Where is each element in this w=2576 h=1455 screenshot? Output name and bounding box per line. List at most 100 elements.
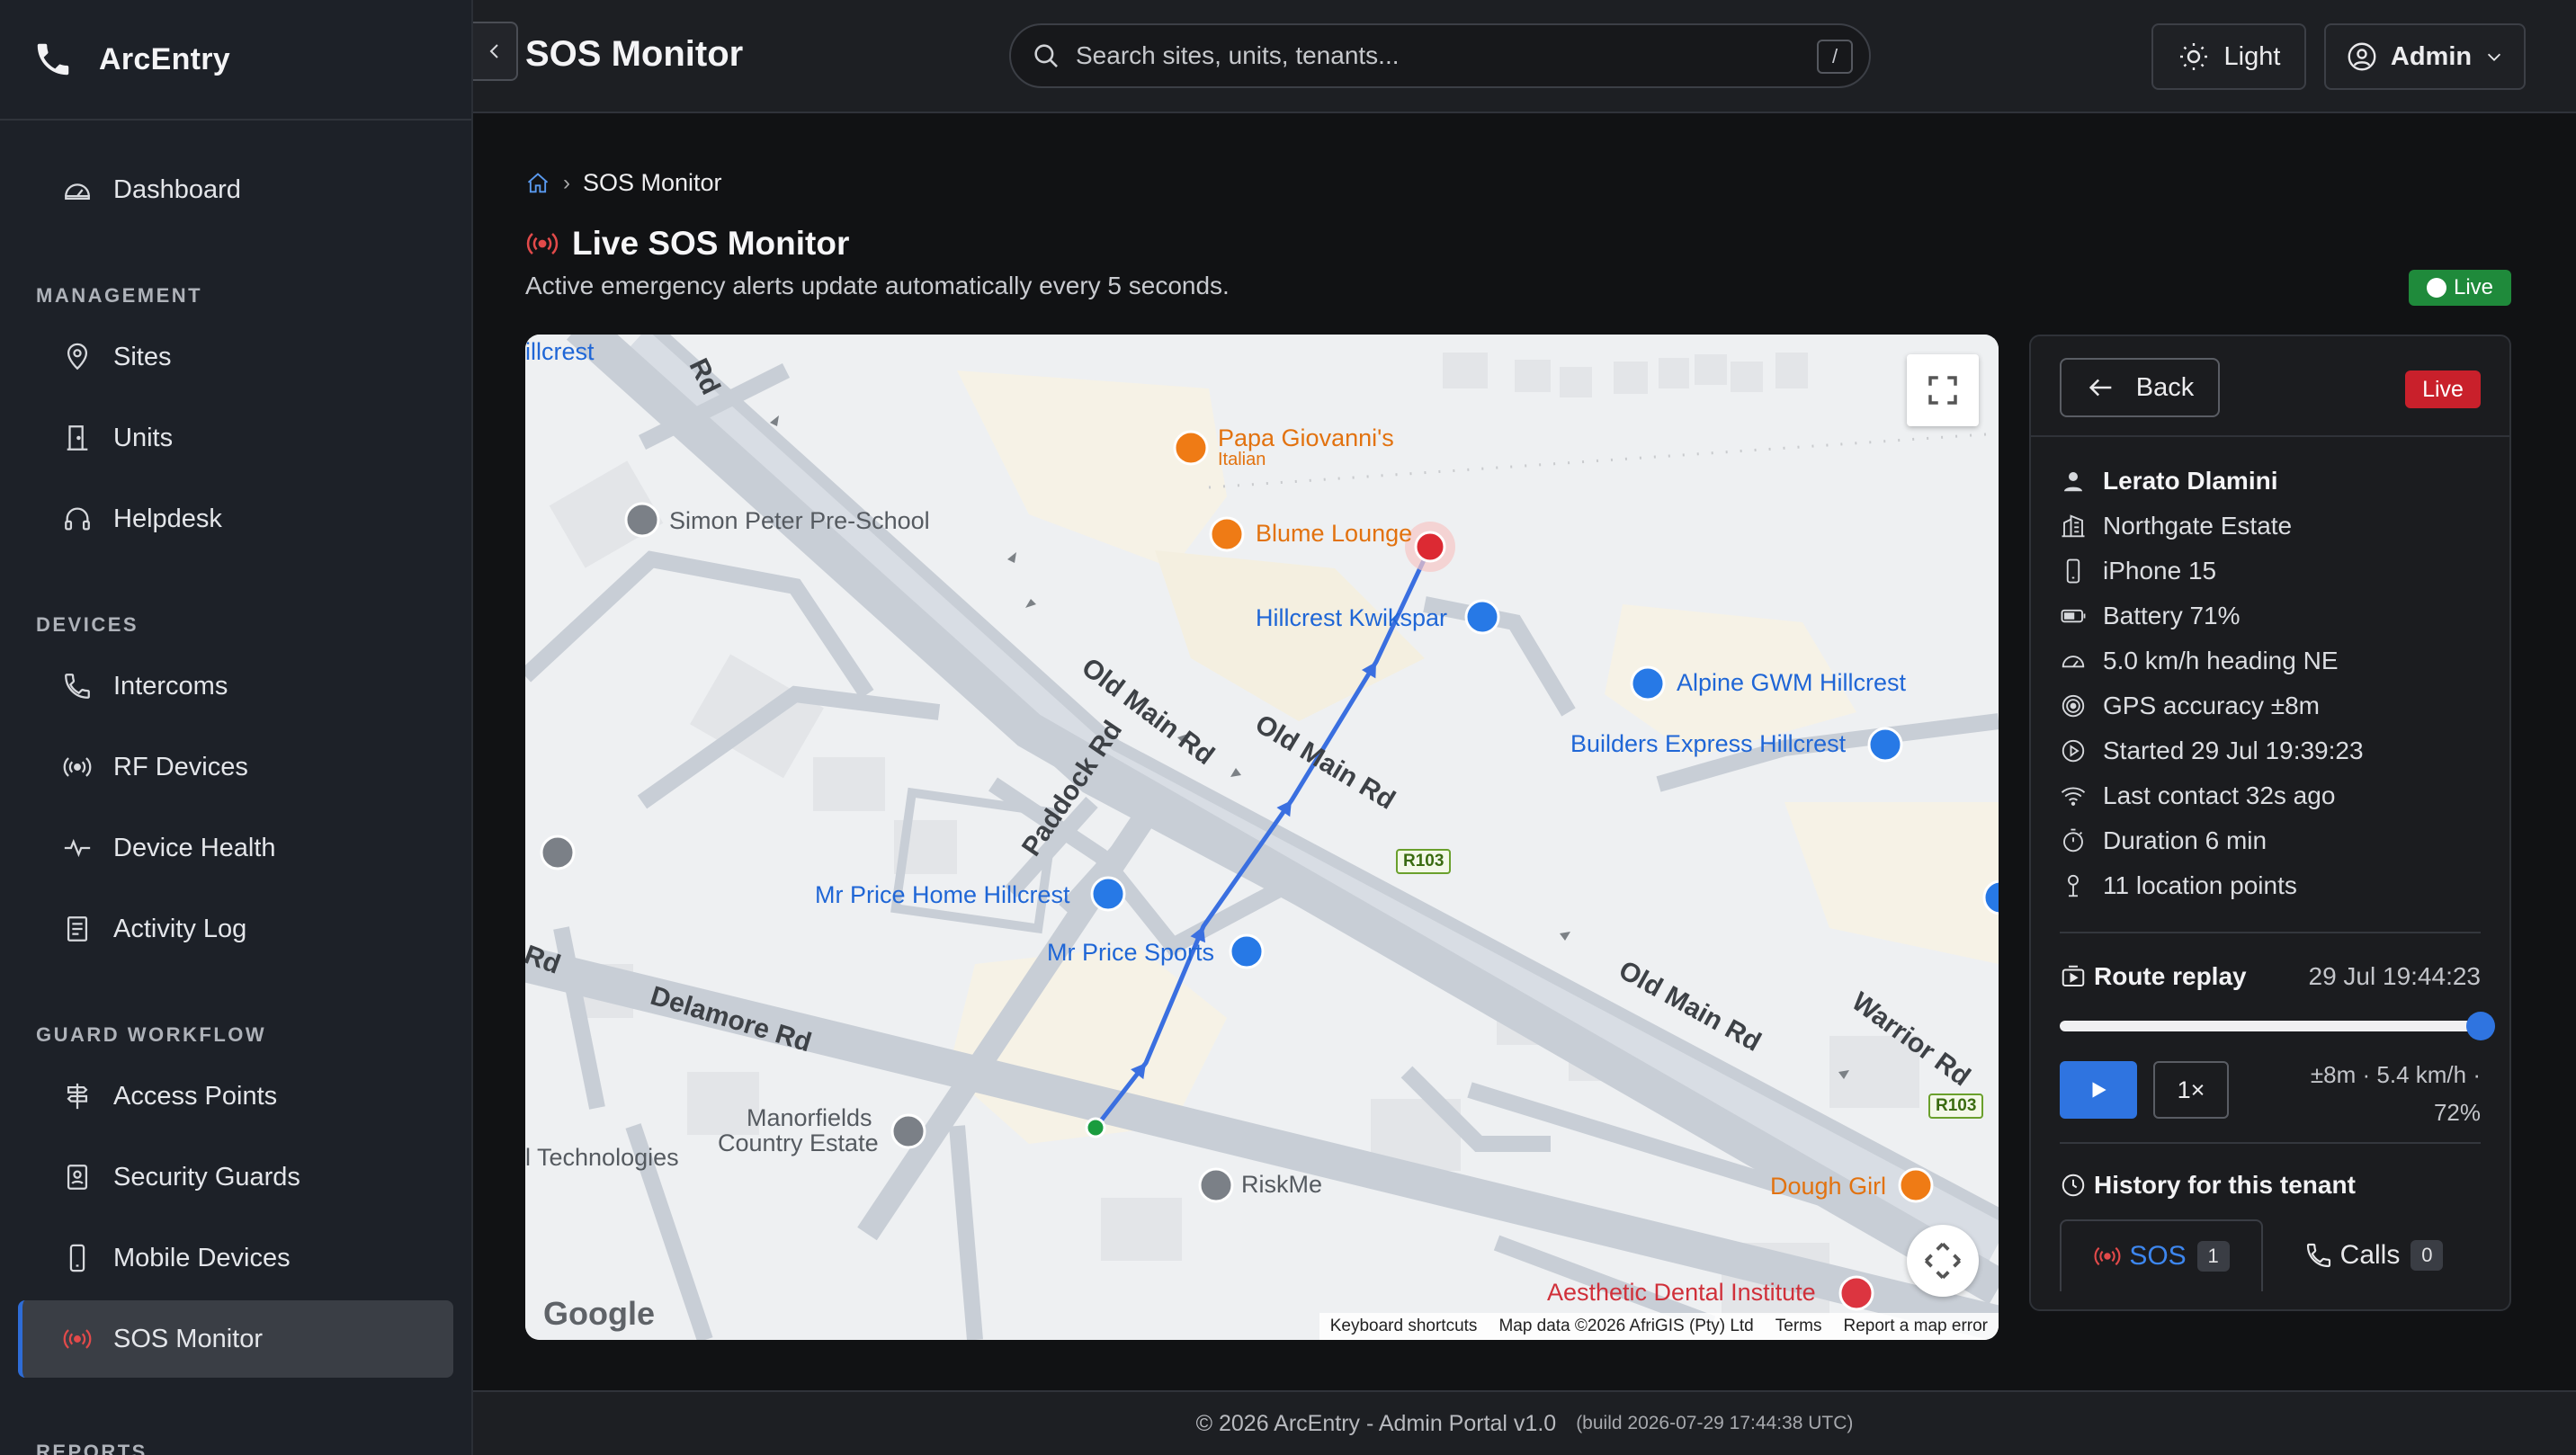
slider-thumb[interactable] [2466,1012,2495,1040]
history-tabs: SOS 1 Calls 0 [2060,1219,2481,1291]
sidebar-item-security-guards[interactable]: Security Guards [18,1138,453,1216]
sidebar-item-dashboard[interactable]: Dashboard [18,151,453,228]
route-replay-slider[interactable] [2060,1011,2495,1041]
section-reports: REPORTS [36,1441,148,1455]
map-label-alpine-gwm[interactable]: Alpine GWM Hillcrest [1677,669,1906,697]
sidebar-item-label: Units [113,423,174,452]
battery-icon [2061,609,2086,623]
sos-current-location-marker [1414,531,1446,563]
replay-point-stats: ±8m · 5.4 km/h · 72% [2265,1056,2481,1131]
broadcast-icon [61,1323,94,1355]
info-text: 5.0 km/h heading NE [2103,647,2339,674]
breadcrumb-separator: › [563,170,570,195]
map-attribution: Keyboard shortcuts Map data ©2026 AfriGI… [1319,1313,1999,1340]
info-text: GPS accuracy ±8m [2103,692,2320,719]
map-label-technologies[interactable]: l Technologies [525,1144,679,1172]
person-icon [2064,472,2082,492]
map-label-mr-price-home[interactable]: Mr Price Home Hillcrest [815,881,1070,909]
search-box[interactable]: / [1009,23,1871,88]
info-tenant-name: Lerato Dlamini [2060,459,2509,504]
mobile-icon [61,1242,94,1274]
sidebar-item-intercoms[interactable]: Intercoms [18,647,453,725]
tab-count-badge: 1 [2196,1241,2230,1272]
sidebar-item-helpdesk[interactable]: Helpdesk [18,480,453,558]
map-label-riskme[interactable]: RiskMe [1241,1171,1322,1199]
sidebar-item-label: Sites [113,342,172,371]
map-report-error-link[interactable]: Report a map error [1843,1317,1988,1336]
pin-icon [2068,874,2079,897]
sidebar-item-access-points[interactable]: Access Points [18,1058,453,1135]
sidebar-item-sos-monitor[interactable]: SOS Monitor [18,1300,453,1378]
home-icon[interactable] [525,171,550,196]
info-text: Last contact 32s ago [2103,781,2336,809]
info-site: Northgate Estate [2060,504,2509,549]
door-icon [61,422,94,454]
move-arrows-icon [1924,1242,1962,1280]
replay-stats-line-1: ±8m · 5.4 km/h · [2310,1061,2481,1088]
tab-sos[interactable]: SOS 1 [2060,1219,2263,1291]
map-label-simon-peter[interactable]: Simon Peter Pre-School [669,507,930,535]
map-label-country-estate[interactable]: Country Estate [718,1129,879,1157]
sidebar-item-activity-log[interactable]: Activity Log [18,890,453,968]
speedometer-icon [2062,656,2085,668]
map-pan-control[interactable] [1907,1225,1979,1297]
live-label: Live [2453,275,2494,299]
map-label-manorfields[interactable]: Manorfields [747,1104,872,1132]
info-device: iPhone 15 [2060,549,2509,594]
slider-track[interactable] [2060,1021,2481,1031]
sidebar-item-mobile-devices[interactable]: Mobile Devices [18,1219,453,1297]
breadcrumb-current: SOS Monitor [583,169,722,196]
user-menu-button[interactable]: Admin [2324,23,2526,90]
search-input[interactable] [1076,41,1777,70]
headset-icon [61,503,94,535]
theme-label: Light [2223,41,2281,71]
phone-device-icon [2066,558,2080,584]
live-badge: Live [2405,370,2481,408]
sidebar-nav: Dashboard MANAGEMENT Sites Units Helpdes… [0,121,471,1455]
sidebar-item-rf-devices[interactable]: RF Devices [18,728,453,806]
playback-speed-button[interactable]: 1× [2153,1061,2229,1119]
sidebar-item-device-health[interactable]: Device Health [18,809,453,887]
brand[interactable]: ArcEntry [0,0,471,121]
map-label-builders-express[interactable]: Builders Express Hillcrest [1570,730,1846,758]
pulse-icon [61,832,94,864]
history-title: History for this tenant [2060,1171,2481,1200]
section-devices: DEVICES [36,613,139,636]
fullscreen-button[interactable] [1907,354,1979,426]
info-text: 11 location points [2103,871,2297,899]
play-button[interactable] [2060,1061,2137,1119]
search-icon [1034,44,1058,67]
map-label-papa-giovannis[interactable]: Papa Giovanni's [1218,424,1394,452]
section-guard-workflow: GUARD WORKFLOW [36,1023,267,1046]
log-icon [61,913,94,945]
sidebar-item-label: Device Health [113,833,276,862]
stopwatch-icon [2063,828,2083,852]
sun-icon [2179,43,2207,70]
sidebar-item-label: SOS Monitor [113,1324,263,1353]
map-label-blume-lounge[interactable]: Blume Lounge [1256,520,1412,548]
map-terms-link[interactable]: Terms [1775,1317,1822,1336]
theme-toggle-button[interactable]: Light [2151,23,2306,90]
sidebar-item-sites[interactable]: Sites [18,318,453,396]
map-label-dough-girl[interactable]: Dough Girl [1770,1173,1886,1201]
map-label-aesthetic-dental[interactable]: Aesthetic Dental Institute [1547,1279,1816,1307]
search-shortcut-key: / [1817,40,1853,74]
footer-copyright: © 2026 ArcEntry - Admin Portal v1.0 [1195,1410,1557,1436]
tab-calls[interactable]: Calls 0 [2272,1219,2475,1291]
history-title-text: History for this tenant [2094,1171,2356,1199]
map-label-mr-price-sports[interactable]: Mr Price Sports [1047,939,1214,967]
sos-detail-panel: Back Live Lerato Dlamini Northgate Estat… [2029,335,2511,1311]
sidebar-item-label: Intercoms [113,671,228,701]
collapse-sidebar-button[interactable] [473,22,518,81]
back-button[interactable]: Back [2060,358,2220,417]
route-start-marker [1085,1117,1106,1138]
info-battery: Battery 71% [2060,594,2509,638]
map-keyboard-shortcuts-link[interactable]: Keyboard shortcuts [1330,1317,1478,1336]
map-label-hillcrest-kwikspar[interactable]: Hillcrest Kwikspar [1256,604,1447,632]
sidebar-item-units[interactable]: Units [18,399,453,477]
gauge-icon [61,174,94,206]
top-header: SOS Monitor / Light Admin [473,0,2576,113]
map-view[interactable]: illcrest Papa Giovanni's Italian Blume L… [525,335,1999,1340]
sidebar-item-label: Security Guards [113,1162,300,1192]
sidebar: ArcEntry Dashboard MANAGEMENT Sites Unit… [0,0,473,1455]
